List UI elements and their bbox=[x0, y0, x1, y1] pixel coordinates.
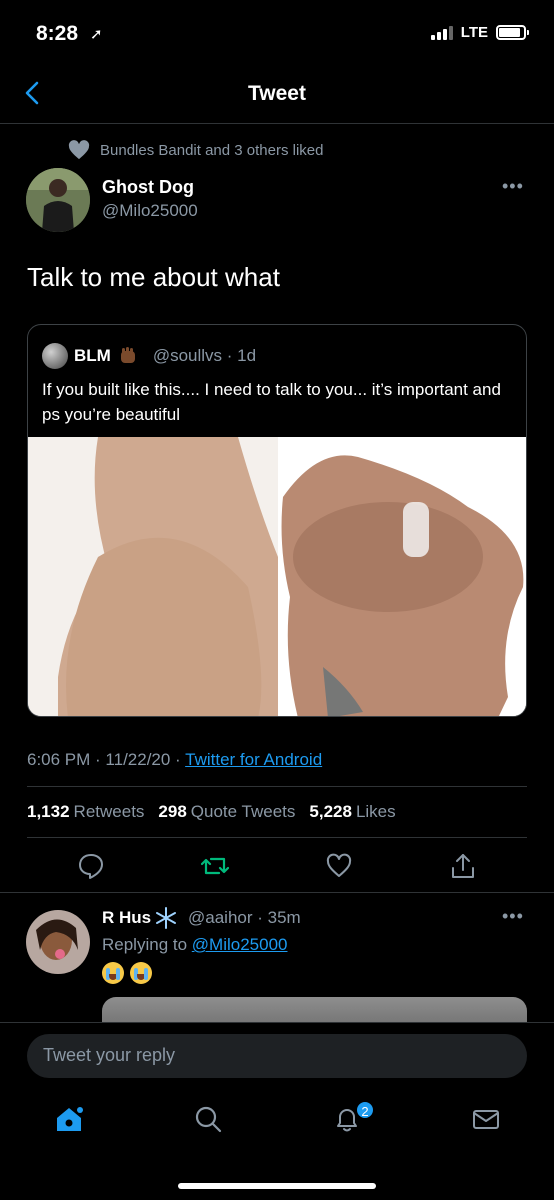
like-heart-icon[interactable] bbox=[325, 852, 353, 880]
home-indicator[interactable] bbox=[178, 1183, 376, 1189]
quoted-tweet[interactable]: BLM @soullvs · 1d If you built like this… bbox=[27, 324, 527, 717]
more-options-icon[interactable]: ••• bbox=[502, 906, 524, 927]
replying-mention-link[interactable]: @Milo25000 bbox=[192, 935, 288, 954]
page-title: Tweet bbox=[248, 82, 306, 105]
quotes-count: 298 bbox=[158, 802, 187, 821]
tweet-metadata: 6:06 PM · 11/22/20 · Twitter for Android bbox=[27, 750, 322, 770]
share-icon[interactable] bbox=[449, 852, 477, 880]
retweets-label: Retweets bbox=[73, 802, 145, 821]
tweet-timestamp: 6:06 PM · 11/22/20 · bbox=[27, 750, 186, 769]
tweet-action-bar bbox=[0, 848, 554, 888]
battery-icon bbox=[496, 25, 529, 40]
reply-avatar[interactable] bbox=[26, 910, 90, 974]
author-handle[interactable]: @Milo25000 bbox=[102, 201, 198, 221]
quote-author-handle: @soullvs · 1d bbox=[152, 346, 257, 365]
reply-composer-input[interactable]: Tweet your reply bbox=[27, 1034, 527, 1078]
location-arrow-icon: ➚ bbox=[90, 26, 103, 43]
quote-avatar bbox=[42, 343, 68, 369]
heart-filled-icon bbox=[68, 140, 90, 160]
author-name[interactable]: Ghost Dog bbox=[102, 177, 194, 198]
reply-author-handle[interactable]: @aaihor · 35m bbox=[188, 908, 301, 928]
social-context[interactable]: Bundles Bandit and 3 others liked bbox=[68, 140, 323, 160]
likes-count: 5,228 bbox=[309, 802, 352, 821]
more-options-icon[interactable]: ••• bbox=[502, 176, 524, 197]
retweets-stat[interactable]: 1,132 Retweets bbox=[27, 802, 144, 822]
tweet-text: Talk to me about what bbox=[27, 262, 280, 292]
quote-author-name: BLM bbox=[74, 346, 111, 365]
author-avatar[interactable] bbox=[26, 168, 90, 232]
quotes-stat[interactable]: 298 Quote Tweets bbox=[158, 802, 295, 822]
engagement-stats: 1,132 Retweets 298 Quote Tweets 5,228 Likes bbox=[27, 802, 396, 822]
messages-envelope-icon[interactable] bbox=[471, 1104, 501, 1134]
raised-fist-emoji-icon bbox=[120, 347, 135, 363]
loudly-crying-emoji-icon bbox=[102, 962, 124, 984]
divider bbox=[27, 786, 527, 787]
status-bar: 8:28 ➚ LTE bbox=[0, 0, 554, 64]
snowflake-emoji-icon bbox=[156, 907, 177, 929]
quotes-label: Quote Tweets bbox=[190, 802, 296, 821]
quote-media-image[interactable] bbox=[28, 437, 526, 716]
likes-label: Likes bbox=[355, 802, 396, 821]
reply-author-name: R Hus bbox=[102, 908, 152, 927]
retweet-icon[interactable] bbox=[201, 852, 229, 880]
quote-text: If you built like this.... I need to tal… bbox=[42, 380, 501, 424]
loudly-crying-emoji-icon bbox=[130, 962, 152, 984]
home-icon[interactable] bbox=[54, 1104, 84, 1134]
likes-stat[interactable]: 5,228 Likes bbox=[309, 802, 395, 822]
illustration-image bbox=[28, 437, 526, 716]
notifications-badge: 2 bbox=[355, 1100, 375, 1120]
reply-emoji-row bbox=[102, 962, 152, 984]
network-type: LTE bbox=[460, 24, 488, 41]
signal-icon bbox=[430, 25, 453, 40]
reply-author[interactable]: R Hus bbox=[102, 907, 177, 929]
retweets-count: 1,132 bbox=[27, 802, 70, 821]
quote-header: BLM @soullvs · 1d bbox=[42, 343, 256, 369]
person-photo-icon bbox=[26, 910, 90, 974]
replying-prefix: Replying to bbox=[102, 935, 192, 954]
tweet-source-link[interactable]: Twitter for Android bbox=[185, 750, 322, 769]
divider bbox=[0, 892, 554, 893]
tab-bar bbox=[0, 1100, 554, 1150]
reply-icon[interactable] bbox=[77, 852, 105, 880]
social-context-label: Bundles Bandit and 3 others liked bbox=[100, 141, 324, 159]
search-icon[interactable] bbox=[193, 1104, 223, 1134]
divider bbox=[27, 837, 527, 838]
nav-bar: Tweet bbox=[0, 64, 554, 124]
status-time: 8:28 bbox=[36, 22, 79, 45]
replying-to: Replying to @Milo25000 bbox=[102, 935, 287, 955]
person-photo-icon bbox=[26, 168, 90, 232]
status-indicators: LTE bbox=[430, 24, 529, 41]
